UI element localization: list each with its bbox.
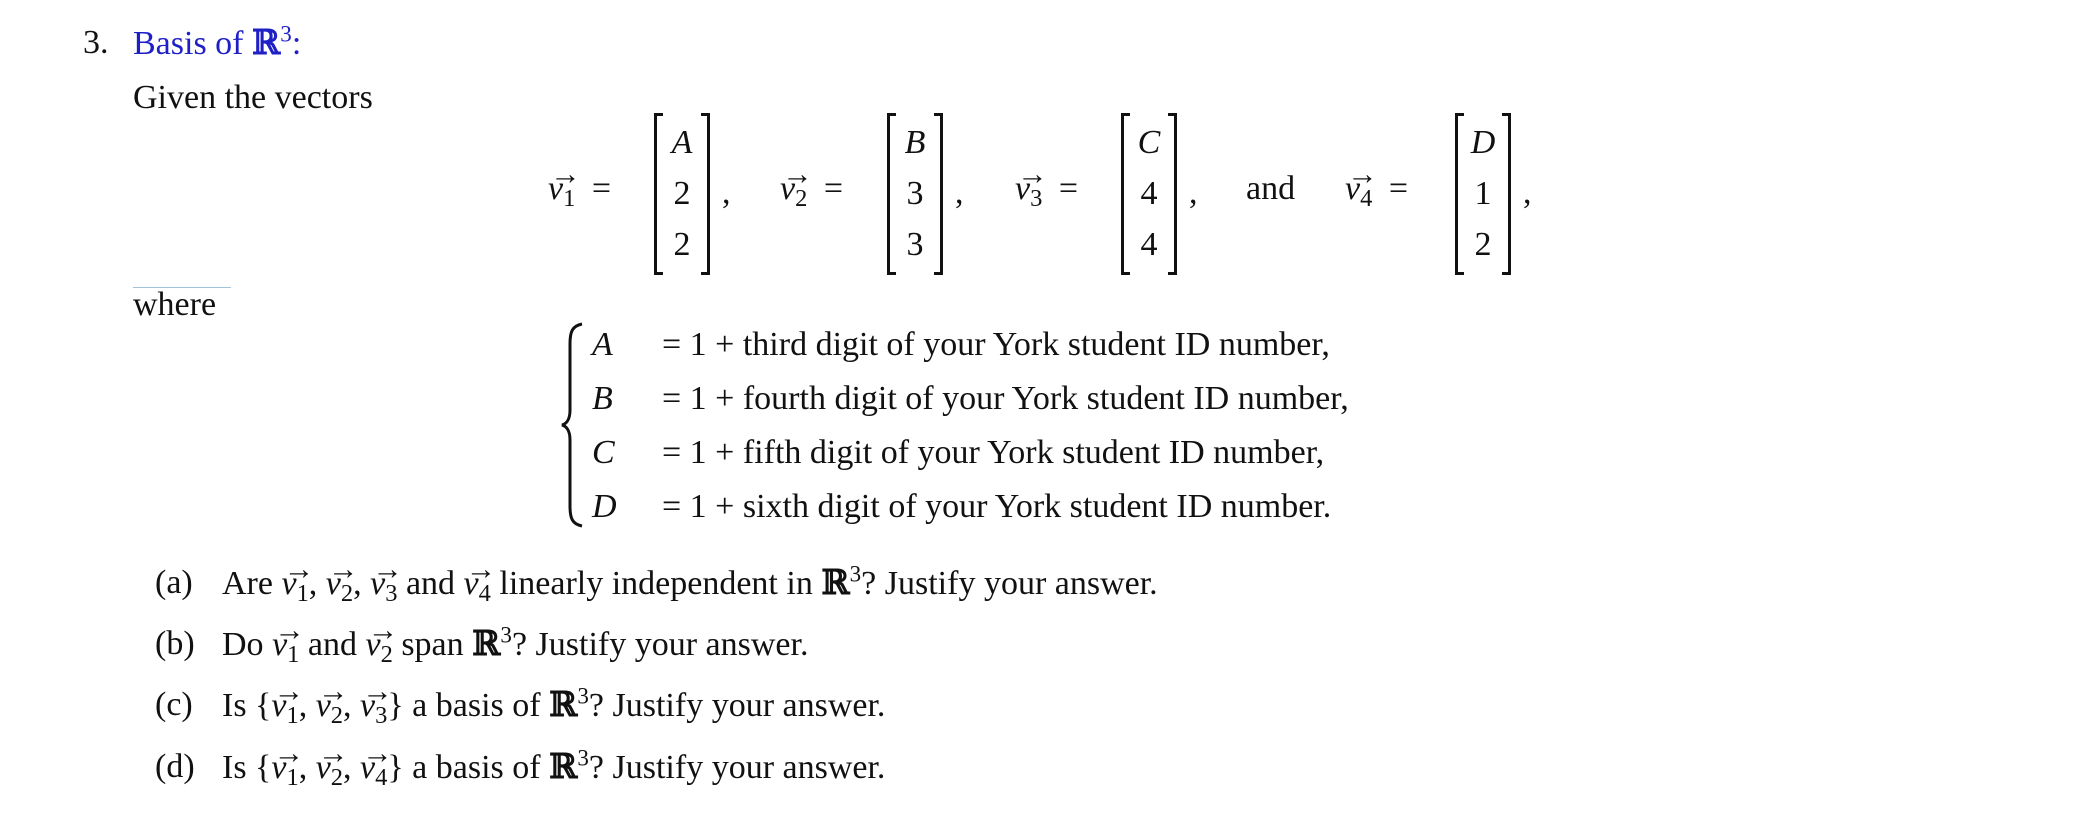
where-label: where (133, 286, 217, 323)
arrow-icon: → (317, 736, 349, 771)
definition-variable: D (592, 488, 617, 525)
arrow-icon: → (283, 552, 315, 587)
equals-sign: = (1058, 170, 1079, 207)
comma: , (1523, 174, 1532, 211)
arrow-icon: → (362, 674, 393, 709)
comma: , (1189, 174, 1198, 211)
matrix-entry: 2 (673, 175, 691, 212)
vector-4-symbol: → v (1345, 157, 1378, 207)
matrix-entry: 2 (1474, 226, 1492, 263)
title-text: Basis of (133, 25, 252, 62)
left-brace (561, 322, 583, 528)
equals-sign: = (823, 170, 844, 207)
vector-2-symbol: → v (780, 157, 813, 207)
matrix-entry: 1 (1474, 175, 1492, 212)
vector-2-symbol: → v (325, 552, 359, 602)
question-text: Do → v1 and → v2 span ℝ3? Justify your ans… (222, 613, 809, 668)
intro-text: Given the vectors (133, 79, 373, 116)
definition-variable: B (592, 380, 613, 417)
vector-4-label: → v4 = (1345, 157, 1409, 211)
arrow-icon: → (273, 736, 304, 771)
matrix-entry: 4 (1140, 226, 1158, 263)
arrow-icon: → (274, 613, 305, 648)
matrix-entry: C (1137, 124, 1161, 161)
comma: , (722, 174, 731, 211)
definition-rhs: = 1 + third digit of your York student I… (662, 326, 1330, 363)
arrow-icon: → (465, 552, 497, 587)
vector-1-symbol: → v (271, 736, 304, 786)
vector-3-matrix: C 4 4 (1121, 113, 1177, 275)
arrow-icon: → (372, 552, 403, 587)
question-text: Is {→ v1, → v2, → v4} a basis of ℝ3? Justif… (222, 736, 886, 791)
definition-variable: C (592, 434, 615, 471)
equals-sign: = (1388, 170, 1409, 207)
vector-4-symbol: → v (463, 552, 497, 602)
arrow-icon: → (317, 674, 349, 709)
matrix-entry: 4 (1140, 175, 1158, 212)
problem-title: Basis of ℝ3: (133, 23, 302, 63)
arrow-icon: → (1347, 157, 1378, 192)
vector-1-label: → v1 = (548, 157, 612, 211)
matrix-entry: 3 (906, 226, 924, 263)
vector-2-label: → v2 = (780, 157, 844, 211)
arrow-icon: → (362, 736, 393, 771)
real-numbers-symbol: ℝ (472, 624, 501, 664)
question-label: (a) (155, 564, 193, 601)
vector-3-symbol: → v (360, 674, 393, 724)
matrix-entry: B (904, 124, 926, 161)
arrow-icon: → (273, 674, 304, 709)
question-text: Is {→ v1, → v2, → v3} a basis of ℝ3? Justif… (222, 674, 886, 729)
arrow-icon: → (1017, 157, 1048, 192)
vector-2-symbol: → v (365, 613, 399, 663)
and-connector: and (1246, 170, 1296, 207)
real-numbers-symbol: ℝ (821, 563, 850, 603)
arrow-icon: → (550, 157, 581, 192)
question-label: (b) (155, 625, 195, 662)
matrix-entry: A (671, 124, 693, 161)
vector-2-symbol: → v (315, 674, 349, 724)
vector-2-matrix: B 3 3 (887, 113, 943, 275)
title-exponent: 3 (280, 21, 292, 48)
title-colon: : (291, 25, 302, 62)
vector-1-matrix: A 2 2 (654, 113, 710, 275)
question-label: (c) (155, 686, 193, 723)
definition-rhs: = 1 + sixth digit of your York student I… (662, 488, 1332, 525)
comma: , (955, 174, 964, 211)
vector-1-symbol: → v (548, 157, 581, 207)
vector-3-label: → v3 = (1015, 157, 1079, 211)
real-numbers-symbol: ℝ (549, 685, 578, 725)
matrix-entry: D (1470, 124, 1496, 161)
vector-4-symbol: → v (360, 736, 393, 786)
problem-number: 3. (83, 24, 109, 61)
matrix-entry: 3 (906, 175, 924, 212)
matrix-entry: 2 (673, 226, 691, 263)
question-label: (d) (155, 748, 195, 785)
definition-variable: A (592, 326, 613, 363)
real-numbers-symbol: ℝ (252, 23, 281, 63)
vector-1-symbol: → v (271, 674, 304, 724)
definition-rhs: = 1 + fourth digit of your York student … (662, 380, 1349, 417)
arrow-icon: → (367, 613, 399, 648)
real-numbers-symbol: ℝ (549, 747, 578, 787)
definition-rhs: = 1 + fifth digit of your York student I… (662, 434, 1325, 471)
vector-3-symbol: → v (370, 552, 403, 602)
vector-2-symbol: → v (315, 736, 349, 786)
vector-1-symbol: → v (281, 552, 315, 602)
equals-sign: = (591, 170, 612, 207)
vector-3-symbol: → v (1015, 157, 1048, 207)
question-text: Are → v1, → v2, → v3 and → v4 linearly indep… (222, 552, 1158, 607)
arrow-icon: → (327, 552, 359, 587)
vector-1-symbol: → v (272, 613, 305, 663)
vector-4-matrix: D 1 2 (1455, 113, 1511, 275)
arrow-icon: → (782, 157, 813, 192)
